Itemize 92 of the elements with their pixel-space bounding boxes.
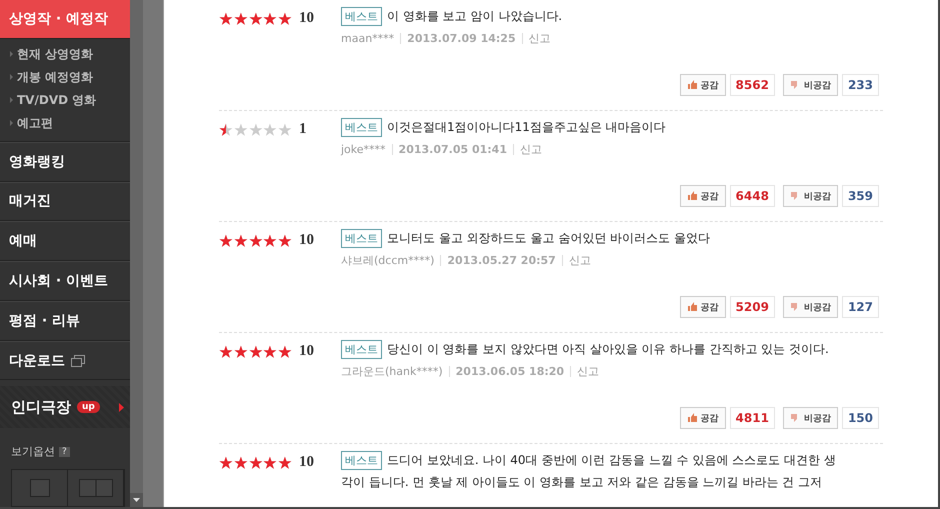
score: 10 [298,343,315,361]
dislike-count: 359 [842,185,879,207]
thumbs-up-icon [686,302,698,312]
dislike-count: 233 [842,74,879,96]
star-icon [248,234,264,248]
caret-icon [133,498,140,502]
review-text: 드디어 보았네요. 나이 40대 중반에 이런 감동을 느낄 수 있음에 스스로도 대견한 생 [387,452,836,468]
score: 10 [298,454,315,472]
star-icon [263,123,278,137]
star-icon [278,234,293,248]
best-badge: 베스트 [341,228,382,248]
star-icon [248,345,264,359]
nav-subitem[interactable]: 현재 상영영화 [17,46,94,63]
star-icon [234,345,249,359]
star-icon [263,234,278,248]
arrow-icon [119,402,124,412]
star-icon [219,456,234,470]
thumbs-up-icon [686,413,698,423]
date: 2013.05.27 20:57 [447,254,556,267]
star-icon [263,12,278,26]
star-icon [248,12,264,26]
like-button[interactable]: 공감 [680,74,726,96]
up-badge: up [77,401,100,414]
thumbs-up-icon [686,191,698,201]
date: 2013.07.05 01:41 [398,143,507,156]
like-button[interactable]: 공감 [680,296,726,318]
split-icon [78,479,112,498]
dislike-button[interactable]: 비공감 [782,185,838,207]
nav-item[interactable]: 평점 · 리뷰 [9,312,80,330]
view-options-label: 보기옵션 [11,444,55,460]
scrollbar[interactable] [130,0,143,507]
star-icon [278,345,293,359]
star-icon [263,456,278,470]
best-badge: 베스트 [341,118,382,136]
star-icon [248,123,264,137]
nav-subitem[interactable]: TV/DVD 영화 [17,92,96,109]
star-icon [263,345,278,359]
dislike-button[interactable]: 비공감 [782,407,838,429]
score: 10 [298,10,315,28]
best-badge: 베스트 [341,6,382,26]
score: 10 [298,232,315,250]
star-icon [278,456,293,470]
star-icon [219,123,234,137]
square-icon [30,479,50,498]
scroll-down-button[interactable] [130,493,143,507]
author: maan**** [341,32,394,45]
star-icon [219,12,234,26]
review-text: 이 영화를 보고 암이 나았습니다. [387,8,562,24]
author: joke**** [341,143,386,156]
review-text: 각이 듭니다. 먼 훗날 제 아이들도 이 영화를 보고 저와 같은 감동을 느끼길 바라는 건 그저 [341,474,822,490]
review-text: 모니터도 울고 외장하드도 울고 숨어있던 바이러스도 울었다 [387,230,710,246]
score: 1 [298,121,308,139]
best-badge: 베스트 [341,340,382,358]
star-icon [234,12,249,26]
nav-item[interactable]: 다운로드 [9,352,65,370]
star-icon [219,345,234,359]
author: 샤브레(dccm****) [341,253,434,268]
nav-item[interactable]: 상영작 · 예정작 [0,0,130,39]
dislike-button[interactable]: 비공감 [782,296,838,318]
best-badge: 베스트 [341,450,382,470]
like-button[interactable]: 공감 [680,407,726,429]
view-toggle[interactable] [11,469,125,507]
star-icon [278,123,293,137]
review-text: 당신이 이 영화를 보지 않았다면 아직 살아있을 이유 하나를 간직하고 있는 것이다. [387,340,829,358]
nav-item[interactable]: 인디극장 [11,398,71,417]
like-count: 5209 [730,296,775,318]
help-button[interactable]: ? [59,446,70,457]
author: 그라운드(hank****) [341,364,443,379]
nav-item[interactable]: 시사회 · 이벤트 [9,272,108,290]
thumbs-up-icon [686,80,698,90]
dislike-button[interactable]: 비공감 [782,74,838,96]
star-icon [248,456,264,470]
star-icon [278,12,293,26]
nav-item[interactable]: 영화랭킹 [9,152,65,171]
star-icon [219,234,234,248]
nav-item[interactable]: 매거진 [9,192,51,210]
like-count: 6448 [730,185,775,207]
review-text: 이것은절대1점이아니다11점을주고싶은 내마음이다 [387,118,666,136]
like-count: 4811 [730,407,775,429]
star-icon [234,456,249,470]
nav-subitem[interactable]: 예고편 [17,114,53,132]
date: 2013.06.05 18:20 [456,365,564,378]
window-icon [71,354,85,367]
like-count: 8562 [730,74,775,96]
star-icon [234,234,249,248]
dislike-count: 150 [842,407,879,429]
like-button[interactable]: 공감 [680,185,726,207]
star-icon [234,123,249,137]
date: 2013.07.09 14:25 [407,32,516,45]
dislike-count: 127 [842,296,879,318]
nav-item[interactable]: 예매 [9,232,37,250]
nav-subitem[interactable]: 개봉 예정영화 [17,68,94,86]
